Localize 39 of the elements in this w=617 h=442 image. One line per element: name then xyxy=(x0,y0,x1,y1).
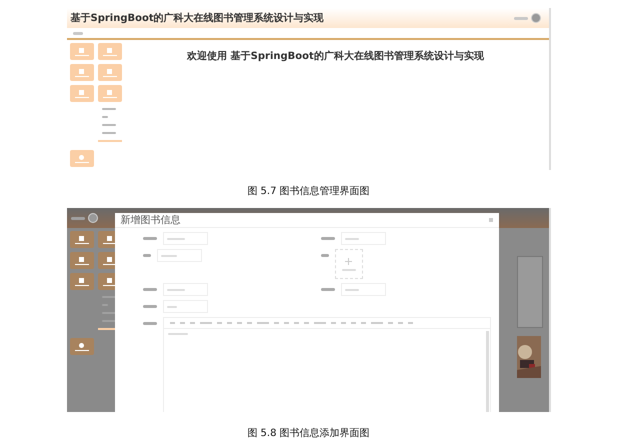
illegible-label xyxy=(72,32,82,34)
illegible-label xyxy=(142,237,156,240)
dialog-title: 新增图书信息 xyxy=(120,214,180,227)
input-field[interactable] xyxy=(340,232,386,245)
illegible-label xyxy=(320,254,328,257)
app-title: 基于SpringBoot的广科大在线图书管理系统设计与实现 xyxy=(70,11,324,25)
figure-caption: 图 5.8 图书信息添加界面图 xyxy=(247,426,370,441)
menu-tile[interactable] xyxy=(70,150,94,167)
illegible-label xyxy=(514,16,528,20)
menu-tile[interactable] xyxy=(70,273,94,290)
rich-text-editor[interactable] xyxy=(162,317,490,412)
illegible-label xyxy=(142,288,156,291)
avatar-icon[interactable] xyxy=(530,13,540,23)
book-cover-card xyxy=(516,256,542,328)
illegible-label xyxy=(70,216,84,220)
menu-tile[interactable] xyxy=(98,43,122,60)
avatar-icon[interactable] xyxy=(88,213,98,223)
figure-caption: 图 5.7 图书信息管理界面图 xyxy=(247,184,370,199)
illegible-label xyxy=(142,322,156,325)
menu-tile[interactable] xyxy=(70,338,94,355)
menu-tile[interactable] xyxy=(70,64,94,81)
illegible-label xyxy=(320,288,334,291)
plus-icon xyxy=(345,258,352,264)
illegible-label xyxy=(142,305,156,308)
input-field[interactable] xyxy=(340,283,386,296)
illegible-label xyxy=(320,237,334,240)
menu-tile[interactable] xyxy=(70,252,94,269)
menu-tile[interactable] xyxy=(70,43,94,60)
input-field[interactable] xyxy=(162,283,208,296)
input-field[interactable] xyxy=(162,232,208,245)
select-field[interactable] xyxy=(162,300,208,313)
welcome-text: 欢迎使用 基于SpringBoot的广科大在线图书管理系统设计与实现 xyxy=(186,49,485,64)
menu-tile[interactable] xyxy=(70,85,94,102)
menu-tile[interactable] xyxy=(70,231,94,248)
illegible-label xyxy=(142,254,150,257)
select-field[interactable] xyxy=(156,249,202,262)
upload-field[interactable] xyxy=(334,249,362,279)
menu-tile[interactable] xyxy=(98,64,122,81)
menu-tile[interactable] xyxy=(98,85,122,102)
